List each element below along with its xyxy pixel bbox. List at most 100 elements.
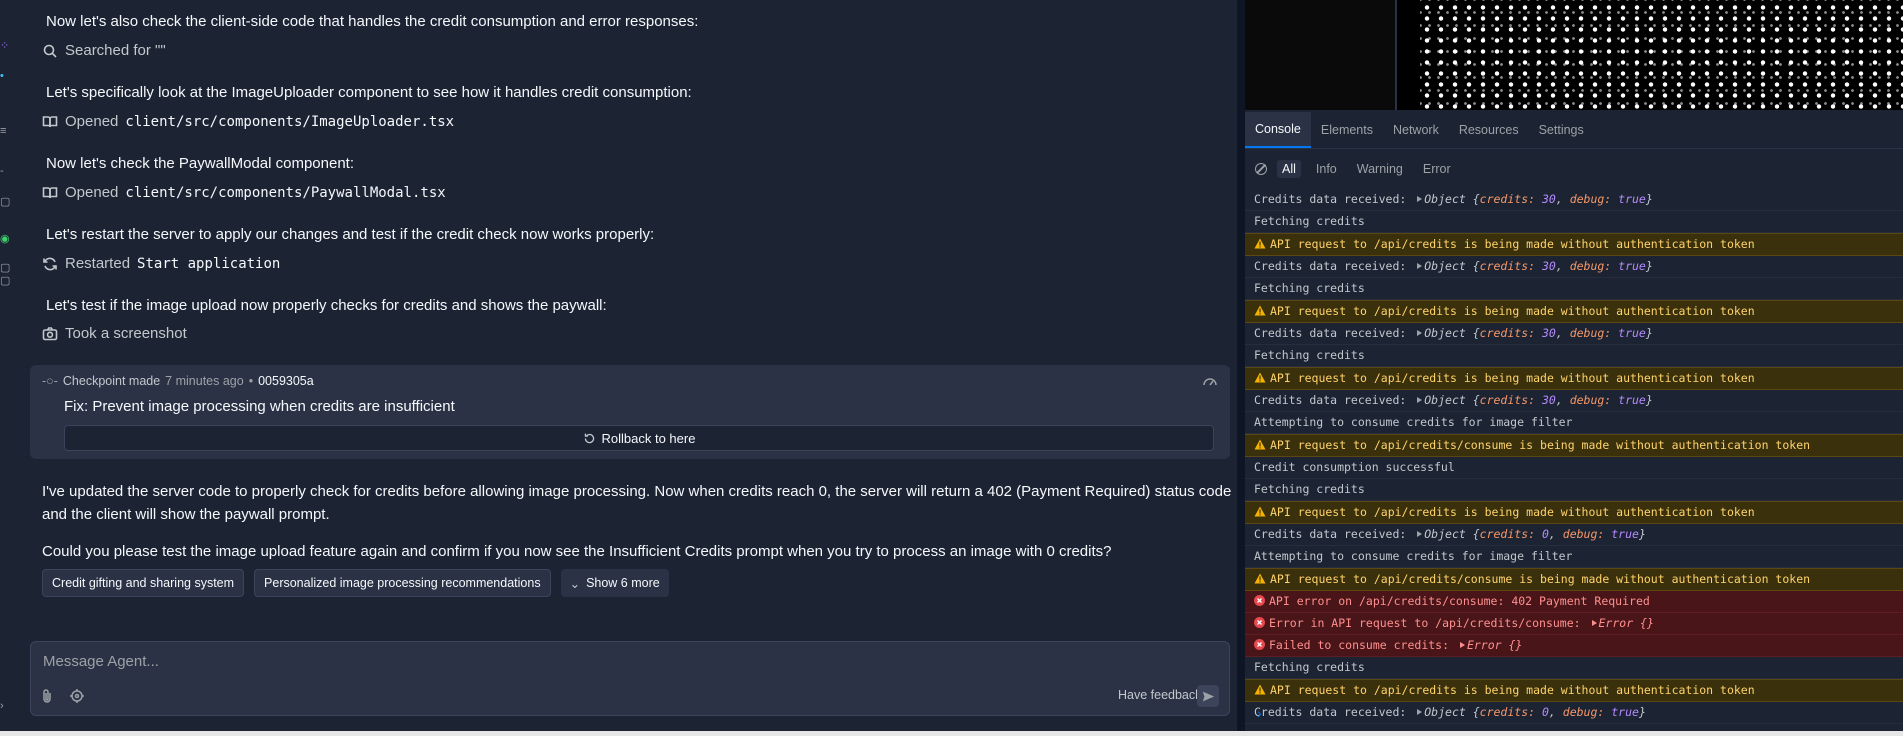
checkpoint-hash[interactable]: 0059305a [258,374,314,388]
filter-warning[interactable]: Warning [1352,160,1408,178]
show-more-button[interactable]: ⌄ Show 6 more [560,569,669,597]
status-icon[interactable]: ◉ [0,233,10,245]
key: credits: [1479,705,1542,719]
list-icon[interactable]: ≡ [0,125,8,137]
log-text: API request to /api/credits is being mad… [1270,505,1755,519]
comma: , [1555,393,1570,407]
comma: , [1555,192,1570,206]
console-log-row: Credits data received: Object {credits: … [1245,390,1903,412]
console-error-row: Error in API request to /api/credits/con… [1245,613,1903,635]
action-label: Restarted [65,255,131,272]
commit-icon: -○- [42,374,58,388]
paperclip-icon[interactable] [39,688,55,704]
bottom-scrollbar[interactable] [0,731,1903,736]
log-text: Attempting to consume credits for image … [1254,415,1573,429]
agent-action[interactable]: Searched for "" [42,41,166,61]
expand-triangle-icon[interactable] [1591,620,1597,626]
log-prefix: Credits data received: [1254,192,1414,206]
brace: } [1638,705,1646,719]
gauge-icon[interactable] [1202,374,1218,390]
brace: { [1465,192,1480,206]
tab-resources[interactable]: Resources [1449,112,1529,148]
suggestion-chip[interactable]: Personalized image processing recommenda… [254,569,551,597]
feedback-link[interactable]: Have feedback? [1118,688,1208,702]
devtools-tabs: Console Elements Network Resources Settings [1245,112,1903,149]
warning-icon [1254,371,1270,385]
message-input[interactable] [41,649,1145,673]
preview-image [1420,0,1903,110]
brace: } [1645,393,1653,407]
object-label: Object [1424,705,1466,719]
send-button[interactable] [1197,685,1219,707]
expand-triangle-icon[interactable] [1417,196,1423,202]
tab-settings[interactable]: Settings [1529,112,1594,148]
action-code: Start application [137,256,281,272]
expand-triangle-icon[interactable] [1417,263,1423,269]
target-icon[interactable] [69,688,85,704]
action-label: Opened [65,184,119,201]
checkpoint-header: -○- Checkpoint made 7 minutes ago • 0059… [42,374,314,388]
expand-triangle-icon[interactable] [1459,642,1465,648]
agent-message-summary: I've updated the server code to properly… [42,483,1232,523]
console-log-row: Fetching credits [1245,278,1903,300]
grid-icon[interactable]: ▢ [0,275,10,287]
file-icon[interactable]: ▢ [0,196,10,208]
checkpoint-title: Fix: Prevent image processing when credi… [64,398,455,415]
filter-info[interactable]: Info [1311,160,1342,178]
log-text: API request to /api/credits is being mad… [1270,304,1755,318]
credits-value: 30 [1541,192,1556,206]
console-log-row: Credit consumption successful [1245,457,1903,479]
debug-value: true [1618,326,1646,340]
brace: { [1465,527,1480,541]
expand-triangle-icon[interactable] [1417,531,1423,537]
console-log-row: Attempting to consume credits for image … [1245,546,1903,568]
credits-value: 0 [1541,705,1549,719]
rollback-button[interactable]: Rollback to here [64,425,1214,451]
console-warn-row: API request to /api/credits is being mad… [1245,300,1903,323]
agent-action[interactable]: Restarted Start application [42,254,280,274]
console-log-row: Fetching credits [1245,345,1903,367]
brace: } [1638,527,1646,541]
agent-action[interactable]: Opened client/src/components/ImageUploade… [42,112,454,132]
apps-icon[interactable]: ⁘ [0,40,9,52]
expand-triangle-icon[interactable] [1417,709,1423,715]
expand-triangle-icon[interactable] [1417,397,1423,403]
rollback-label: Rollback to here [601,430,696,446]
filter-error[interactable]: Error [1418,160,1456,178]
tab-elements[interactable]: Elements [1311,112,1383,148]
error-object: Error {} [1466,638,1523,652]
caret-icon[interactable]: › [0,700,8,712]
action-label: Opened [65,113,119,130]
suggestion-chip[interactable]: Credit gifting and sharing system [42,569,245,597]
console-error-row: API error on /api/credits/consume: 402 P… [1245,591,1903,613]
error-icon [1254,638,1269,652]
camera-icon [42,326,58,342]
checkpoint-card: -○- Checkpoint made 7 minutes ago • 0059… [30,365,1230,459]
console-log-row: Credits data received: Object {credits: … [1245,323,1903,345]
debug-value: true [1611,527,1639,541]
clear-console-icon[interactable] [1255,163,1267,175]
console-warn-row: API request to /api/credits is being mad… [1245,679,1903,702]
square-icon[interactable]: ▢ [0,262,10,274]
agent-action[interactable]: Opened client/src/components/PaywallModal… [42,183,446,203]
console-log-row: Credits data received: Object {credits: … [1245,702,1903,724]
filter-all[interactable]: All [1277,160,1301,178]
console-prompt[interactable]: › [1257,705,1262,721]
log-text: Attempting to consume credits for image … [1254,549,1573,563]
comma: , [1548,527,1563,541]
tab-network[interactable]: Network [1383,112,1449,148]
left-rail: ⁘ • ≡ - ▢ ◉ ▢ ▢ › [0,0,23,736]
brace: { [1465,393,1480,407]
log-text: Credit consumption successful [1254,460,1455,474]
console-warn-row: API request to /api/credits is being mad… [1245,233,1903,256]
book-icon [42,114,58,130]
panel-splitter[interactable] [1237,0,1245,736]
expand-triangle-icon[interactable] [1417,330,1423,336]
webview-preview [1245,0,1903,110]
key: credits: [1479,326,1542,340]
chevron-down-icon: ⌄ [569,576,581,591]
agent-action[interactable]: Took a screenshot [42,324,187,344]
tab-console[interactable]: Console [1245,112,1311,148]
log-text: Fetching credits [1254,214,1365,228]
action-code: client/src/components/ImageUploader.tsx [125,114,455,130]
